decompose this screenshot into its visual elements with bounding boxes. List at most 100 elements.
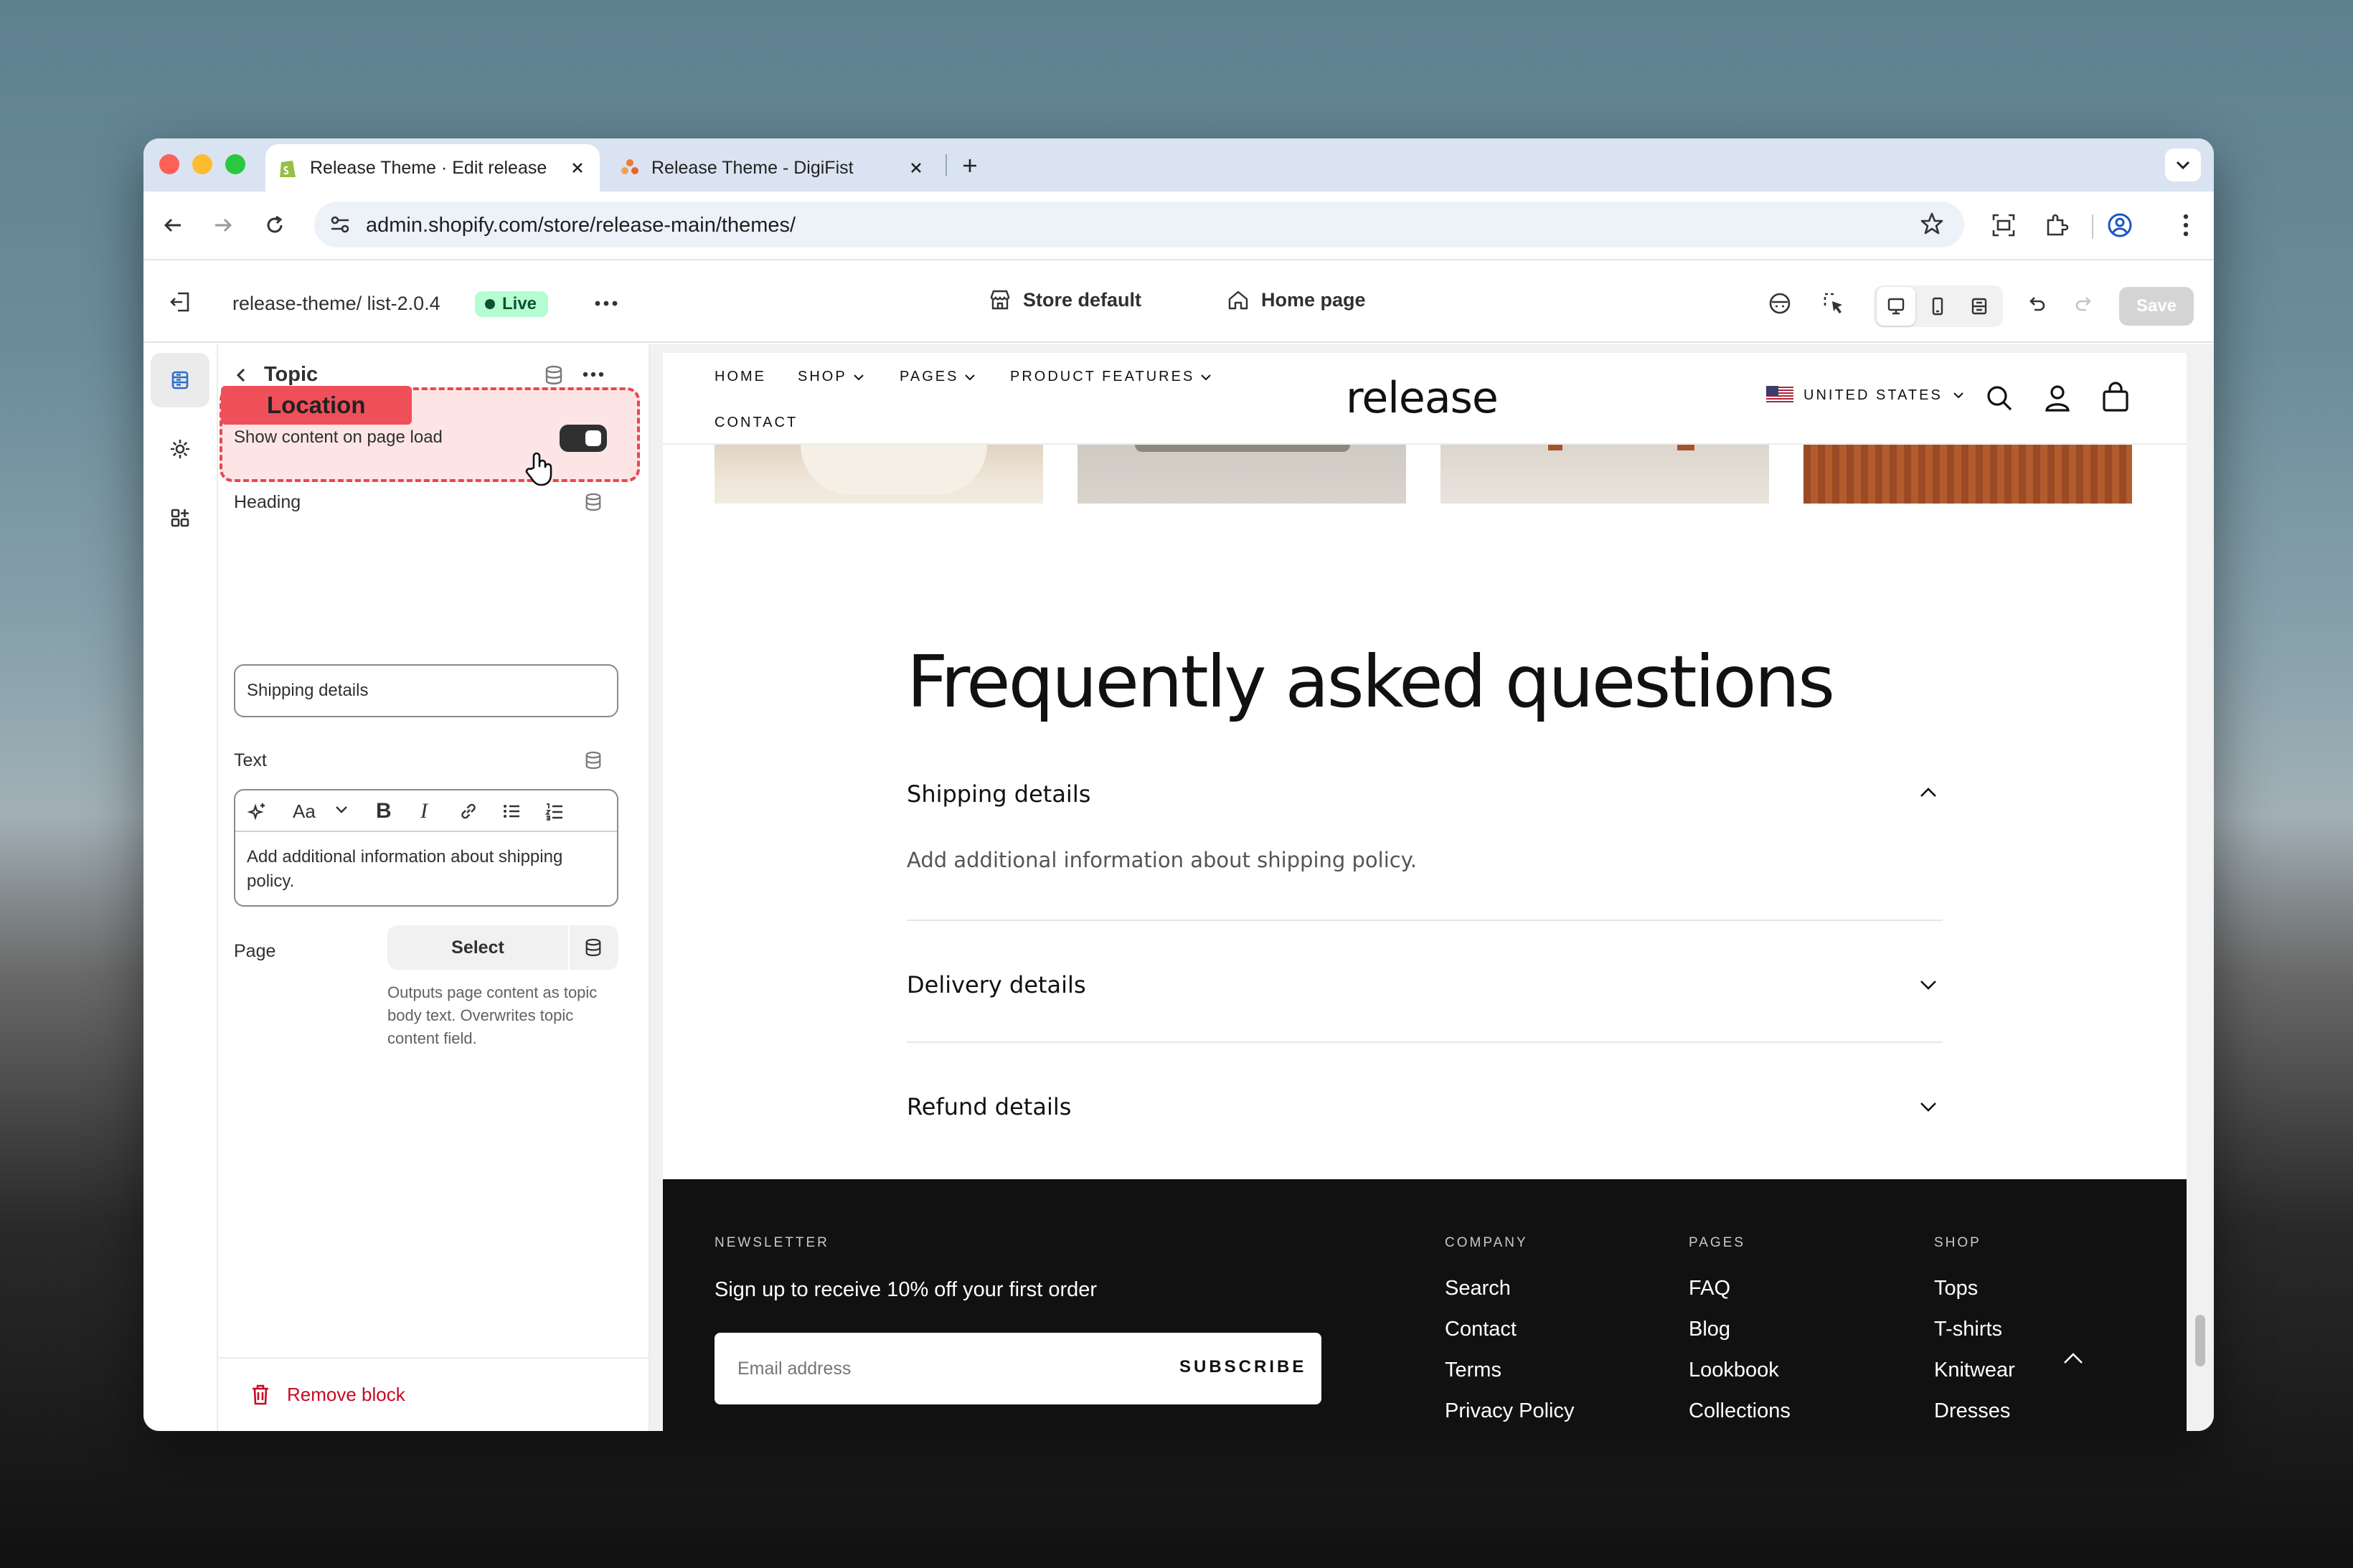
- maximize-window-button[interactable]: [225, 154, 245, 174]
- storefront-preview: HOME SHOP PAGES PRODUCT FEATURES CONTACT…: [650, 344, 2214, 1431]
- minimize-window-button[interactable]: [192, 154, 212, 174]
- new-tab-button[interactable]: [954, 151, 986, 180]
- bookmark-star-icon[interactable]: [1920, 212, 1944, 236]
- footer-link[interactable]: Collections: [1689, 1399, 1791, 1423]
- nav-contact[interactable]: CONTACT: [715, 415, 798, 431]
- nav-product-features[interactable]: PRODUCT FEATURES: [1010, 369, 1212, 385]
- product-image[interactable]: [1440, 445, 1769, 504]
- footer-link[interactable]: Knitwear: [1934, 1359, 2015, 1382]
- more-actions-icon[interactable]: [587, 284, 626, 323]
- faq-question[interactable]: Refund details: [907, 1093, 1071, 1120]
- inspector-icon[interactable]: [1815, 284, 1854, 323]
- exit-editor-icon[interactable]: [161, 283, 199, 321]
- text-label: Text: [234, 750, 267, 770]
- nav-shop[interactable]: SHOP: [798, 369, 864, 385]
- nav-pages[interactable]: PAGES: [900, 369, 976, 385]
- tab-search-button[interactable]: [2165, 148, 2201, 181]
- chevron-up-icon[interactable]: [1918, 786, 1938, 799]
- close-window-button[interactable]: [159, 154, 179, 174]
- site-settings-icon[interactable]: [329, 213, 352, 236]
- richtext-toolbar: Aa B I: [235, 790, 617, 832]
- remove-block-button[interactable]: Remove block: [250, 1383, 405, 1406]
- store-selector[interactable]: Store default: [989, 288, 1141, 311]
- tab-bar: Release Theme · Edit release · Shopify R…: [143, 138, 2214, 192]
- numbered-list-icon[interactable]: [544, 800, 565, 822]
- redo-icon[interactable]: [2065, 284, 2103, 323]
- footer-link[interactable]: Search: [1445, 1277, 1511, 1300]
- back-to-top-icon[interactable]: [2062, 1351, 2085, 1366]
- newsletter-heading: NEWSLETTER: [715, 1235, 829, 1250]
- dynamic-source-icon[interactable]: [544, 364, 564, 386]
- undo-icon[interactable]: [2017, 284, 2056, 323]
- italic-icon[interactable]: I: [420, 799, 428, 823]
- footer-link[interactable]: Dresses: [1934, 1399, 2010, 1423]
- apps-icon[interactable]: [151, 491, 209, 545]
- search-icon[interactable]: [1984, 383, 2014, 413]
- bullet-list-icon[interactable]: [501, 800, 522, 822]
- screen-capture-icon[interactable]: [1986, 207, 2022, 243]
- footer-link[interactable]: Privacy Policy: [1445, 1399, 1575, 1423]
- richtext-content[interactable]: Add additional information about shippin…: [247, 845, 598, 894]
- browser-menu-icon[interactable]: [2168, 207, 2204, 243]
- live-badge: Live: [475, 291, 549, 317]
- remove-block-label: Remove block: [287, 1383, 405, 1405]
- preview-scrollbar[interactable]: [2195, 1315, 2205, 1366]
- nav-home[interactable]: HOME: [715, 369, 766, 385]
- footer-link[interactable]: T-shirts: [1934, 1318, 2002, 1341]
- chevron-down-icon[interactable]: [1918, 978, 1938, 991]
- back-chevron-icon[interactable]: [234, 367, 248, 384]
- tab-digifist[interactable]: Release Theme - DigiFist: [601, 144, 938, 192]
- cart-bag-icon[interactable]: [2100, 382, 2131, 413]
- tab-shopify-editor[interactable]: Release Theme · Edit release · Shopify: [265, 144, 600, 192]
- nav-contact-label: CONTACT: [715, 415, 798, 430]
- page-field-label: Page: [234, 941, 276, 961]
- text-source-icon[interactable]: [584, 750, 603, 770]
- faq-question[interactable]: Delivery details: [907, 971, 1086, 998]
- close-tab-icon[interactable]: [904, 156, 928, 180]
- desktop-view-icon[interactable]: [1877, 287, 1915, 326]
- extensions-icon[interactable]: [2039, 207, 2075, 243]
- site-logo[interactable]: release: [1346, 373, 1499, 423]
- profile-avatar-icon[interactable]: [2102, 207, 2138, 243]
- country-selector[interactable]: UNITED STATES: [1766, 386, 1964, 405]
- page-select-button[interactable]: Select: [387, 925, 618, 970]
- block-menu-icon[interactable]: [583, 372, 604, 377]
- forward-button[interactable]: [205, 207, 241, 243]
- font-size-icon[interactable]: Aa: [293, 800, 316, 823]
- theme-check-icon[interactable]: [1760, 284, 1799, 323]
- page-selector[interactable]: Home page: [1227, 288, 1366, 311]
- address-bar[interactable]: admin.shopify.com/store/release-main/the…: [314, 202, 1964, 247]
- theme-name[interactable]: release-theme/ list-2.0.4: [232, 293, 440, 315]
- chevron-down-icon[interactable]: [1918, 1100, 1938, 1113]
- bold-icon[interactable]: B: [376, 799, 392, 823]
- link-icon[interactable]: [458, 800, 479, 822]
- save-button[interactable]: Save: [2119, 287, 2194, 326]
- subscribe-button[interactable]: SUBSCRIBE: [1179, 1357, 1306, 1377]
- footer-link[interactable]: Terms: [1445, 1359, 1501, 1382]
- show-content-toggle[interactable]: [560, 425, 607, 452]
- sections-icon[interactable]: [151, 353, 209, 407]
- footer-link[interactable]: Blog: [1689, 1318, 1730, 1341]
- heading-input[interactable]: [235, 666, 617, 716]
- account-icon[interactable]: [2043, 383, 2072, 413]
- reload-button[interactable]: [257, 207, 293, 243]
- ai-sparkle-icon[interactable]: [247, 800, 268, 822]
- close-tab-icon[interactable]: [565, 156, 590, 180]
- email-input[interactable]: [737, 1354, 1111, 1383]
- heading-source-icon[interactable]: [584, 492, 603, 512]
- theme-settings-icon[interactable]: [151, 422, 209, 476]
- footer-link[interactable]: Contact: [1445, 1318, 1517, 1341]
- page-source-icon[interactable]: [584, 938, 603, 958]
- mobile-view-icon[interactable]: [1918, 287, 1957, 326]
- faq-question[interactable]: Shipping details: [907, 780, 1090, 808]
- product-image[interactable]: [715, 445, 1043, 504]
- product-image[interactable]: [1803, 445, 2132, 504]
- hand-cursor-icon: [524, 450, 557, 488]
- back-button[interactable]: [155, 207, 191, 243]
- footer-link[interactable]: Tops: [1934, 1277, 1978, 1300]
- full-width-view-icon[interactable]: [1960, 287, 1999, 326]
- chevron-down-icon[interactable]: [334, 805, 349, 815]
- footer-link[interactable]: Lookbook: [1689, 1359, 1779, 1382]
- footer-link[interactable]: FAQ: [1689, 1277, 1730, 1300]
- product-image[interactable]: [1078, 445, 1406, 504]
